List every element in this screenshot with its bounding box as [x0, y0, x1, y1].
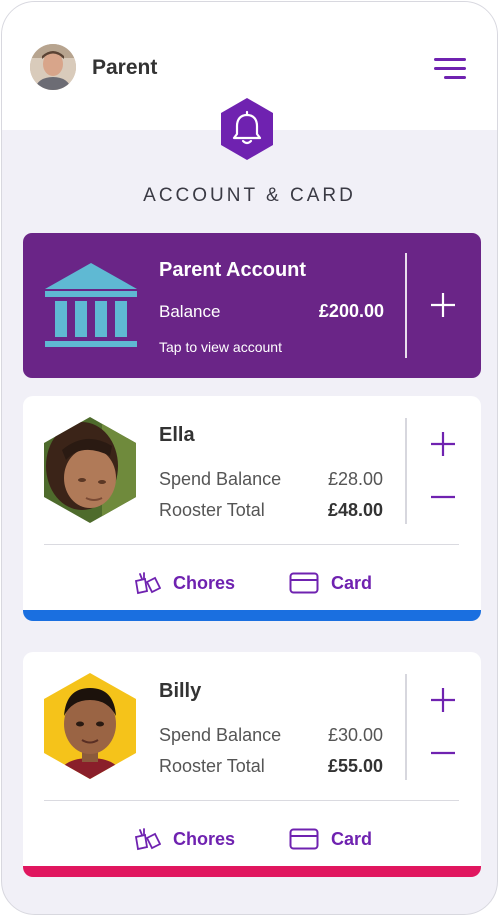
bell-icon[interactable]	[218, 96, 276, 162]
child-name: Billy	[159, 680, 202, 702]
plus-icon[interactable]	[430, 431, 456, 457]
divider	[44, 544, 459, 545]
accent-bar	[23, 610, 481, 621]
card-icon	[289, 572, 319, 594]
minus-icon[interactable]	[430, 494, 456, 500]
rooster-total-value: £55.00	[327, 756, 383, 776]
ella-avatar[interactable]	[42, 416, 138, 524]
spend-balance-label: Spend Balance	[159, 725, 282, 745]
card-label: Card	[331, 828, 373, 849]
parent-account-card[interactable]: Parent Account Balance £200.00 Tap to vi…	[23, 233, 481, 378]
child-name: Ella	[159, 424, 195, 446]
divider	[44, 800, 459, 801]
spend-balance-value: £30.00	[327, 725, 383, 745]
hamburger-menu-icon[interactable]	[434, 58, 468, 82]
rooster-total-label: Rooster Total	[159, 756, 265, 776]
card-icon	[289, 828, 319, 850]
billy-avatar[interactable]	[42, 672, 138, 780]
spend-balance-value: £28.00	[327, 469, 383, 489]
view-account-hint: Tap to view account	[159, 339, 282, 355]
bank-icon	[45, 263, 137, 347]
divider	[405, 253, 407, 358]
plus-icon[interactable]	[430, 687, 456, 713]
parent-account-title: Parent Account	[159, 259, 307, 281]
child-card-billy[interactable]: Billy Spend Balance £30.00 Rooster Total…	[23, 652, 481, 877]
balance-value: £200.00	[318, 301, 384, 321]
phone-frame: Parent ACCOUNT & CARD Parent Account Bal…	[1, 1, 498, 915]
card-label: Card	[331, 572, 373, 593]
chores-icon	[134, 572, 161, 595]
divider	[405, 674, 407, 780]
section-title: ACCOUNT & CARD	[143, 185, 356, 206]
accent-bar	[23, 866, 481, 877]
card-button[interactable]: Card	[289, 570, 372, 596]
rooster-total-value: £48.00	[327, 500, 383, 520]
plus-icon[interactable]	[429, 291, 457, 319]
parent-avatar[interactable]	[30, 44, 76, 90]
chores-label: Chores	[173, 572, 236, 593]
chores-button[interactable]: Chores	[133, 570, 235, 596]
chores-icon	[134, 828, 161, 851]
minus-icon[interactable]	[430, 750, 456, 756]
balance-label: Balance	[159, 302, 221, 321]
rooster-total-label: Rooster Total	[159, 500, 265, 520]
child-card-ella[interactable]: Ella Spend Balance £28.00 Rooster Total …	[23, 396, 481, 621]
card-button[interactable]: Card	[289, 826, 372, 852]
chores-button[interactable]: Chores	[133, 826, 235, 852]
divider	[405, 418, 407, 524]
spend-balance-label: Spend Balance	[159, 469, 282, 489]
user-name: Parent	[92, 56, 158, 79]
chores-label: Chores	[173, 828, 236, 849]
